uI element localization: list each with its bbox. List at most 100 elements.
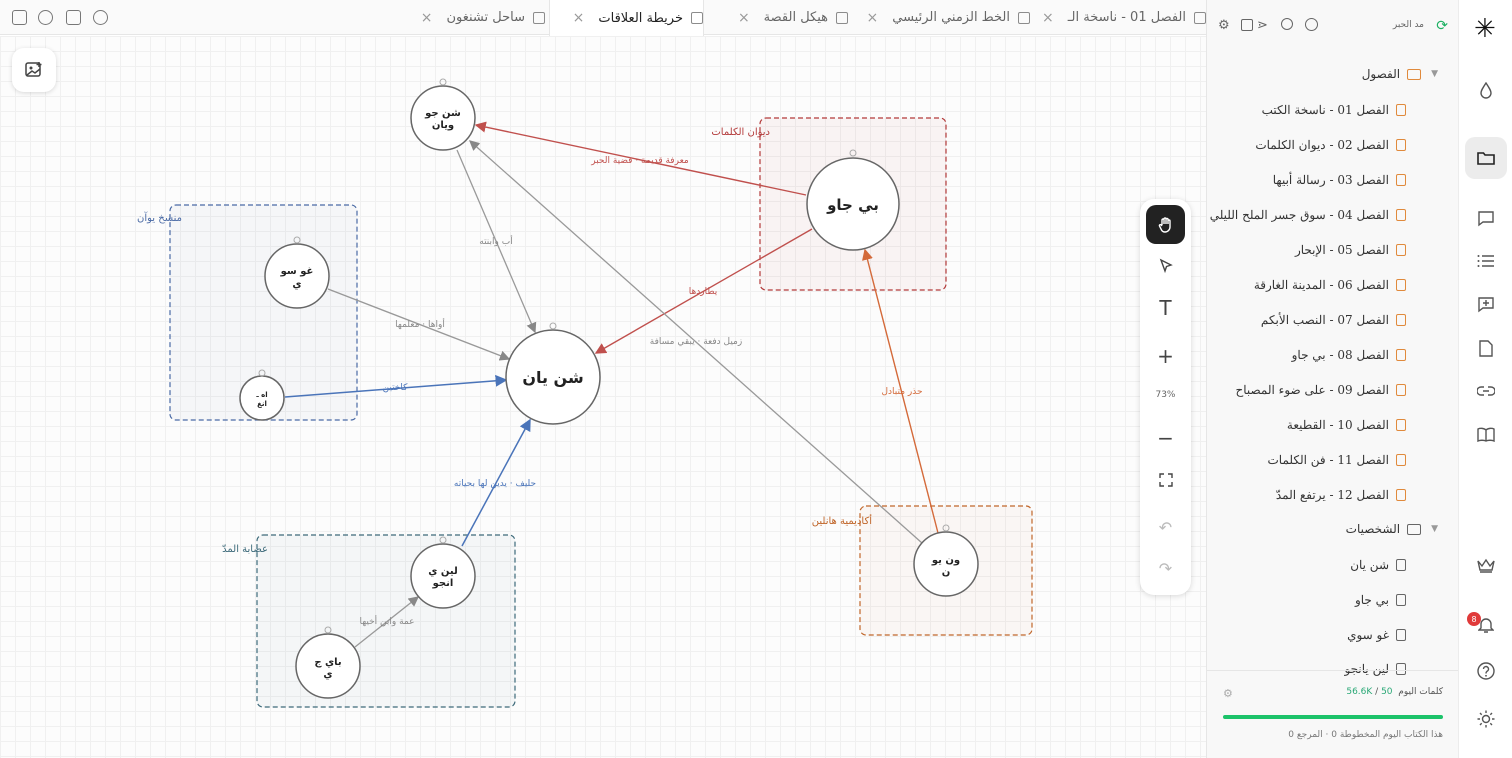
zoom-out-icon: − bbox=[1157, 425, 1174, 450]
sidebar-character-item[interactable]: شن يان bbox=[1350, 558, 1406, 572]
list-icon[interactable] bbox=[1476, 251, 1496, 271]
svg-text:ي: ي bbox=[292, 279, 301, 290]
folder-icon[interactable] bbox=[1465, 137, 1507, 179]
text-icon: T bbox=[1159, 295, 1172, 320]
document-icon bbox=[1396, 209, 1406, 221]
icon-rail: 8 bbox=[1458, 0, 1512, 758]
sync-icon[interactable]: ⟳ bbox=[1436, 18, 1448, 34]
edge-label: أب وابنته bbox=[479, 235, 512, 247]
book-icon[interactable] bbox=[1476, 424, 1496, 444]
pointer-icon bbox=[1159, 258, 1173, 273]
project-name: مد الحبر bbox=[1392, 20, 1424, 30]
link-icon bbox=[439, 78, 447, 86]
svg-text:بي جاو: بي جاو bbox=[826, 196, 879, 214]
select-tool-button[interactable] bbox=[1146, 246, 1185, 285]
zoom-level: 73% bbox=[1155, 390, 1176, 400]
svg-text:ون يو: ون يو bbox=[931, 555, 960, 566]
sidebar-character-item[interactable]: غو سوي bbox=[1347, 628, 1406, 642]
today-summary: هذا الكتاب اليوم المخطوطة 0 · المرجع 0 bbox=[1288, 730, 1443, 740]
link-icon bbox=[549, 322, 557, 330]
writing-stats: كلمات اليوم 50 / 56.6K ⚙ هذا الكتاب اليو… bbox=[1207, 670, 1459, 758]
app-logo-icon: ✳ bbox=[1474, 14, 1496, 44]
group-label: ديوان الكلمات bbox=[711, 127, 770, 138]
graph-node[interactable]: شن يان bbox=[505, 322, 601, 425]
svg-text:باي ج: باي ج bbox=[314, 657, 341, 668]
sidebar-chapter-item[interactable]: الفصل 12 - يرتفع المدّ bbox=[1276, 488, 1406, 502]
svg-text:ن: ن bbox=[942, 567, 951, 578]
svg-text:شن جو: شن جو bbox=[424, 108, 461, 119]
document-icon bbox=[1396, 244, 1406, 256]
edge-label: أواها · معلمها bbox=[395, 318, 445, 330]
group-label: منسخ يوآن bbox=[137, 211, 182, 224]
sidebar-chapter-item[interactable]: الفصل 10 - القطيعة bbox=[1287, 418, 1406, 432]
svg-text:شن يان: شن يان bbox=[522, 368, 583, 387]
add-note-icon[interactable] bbox=[1476, 294, 1496, 314]
hand-tool-button[interactable] bbox=[1146, 205, 1185, 244]
sidebar-header: ⟳ مد الحبر ⋖ ⚙ bbox=[1207, 0, 1458, 52]
sidebar-chapter-item[interactable]: الفصل 08 - بي جاو bbox=[1292, 348, 1406, 362]
document-icon bbox=[1396, 629, 1406, 641]
sidebar-chapter-item[interactable]: الفصل 09 - على ضوء المصباح bbox=[1236, 383, 1406, 397]
chat-icon[interactable] bbox=[1476, 208, 1496, 228]
group-label: أكاديمية هانلين bbox=[812, 514, 872, 527]
sidebar-chapter-item[interactable]: الفصل 02 - ديوان الكلمات bbox=[1255, 138, 1406, 152]
svg-text:انغ: انغ bbox=[257, 400, 267, 408]
history-icon[interactable] bbox=[1305, 18, 1318, 31]
svg-text:ويان: ويان bbox=[432, 120, 454, 131]
document-icon bbox=[1396, 594, 1406, 606]
layout-icon[interactable] bbox=[1241, 19, 1253, 31]
folder-characters[interactable]: ▼ الشخصيات bbox=[1346, 522, 1438, 536]
link-icon[interactable] bbox=[1476, 381, 1496, 401]
crown-icon[interactable] bbox=[1476, 555, 1496, 575]
sidebar-chapter-item[interactable]: الفصل 06 - المدينة الغارقة bbox=[1254, 278, 1406, 292]
sidebar-chapter-item[interactable]: الفصل 05 - الإبحار bbox=[1295, 243, 1406, 257]
fit-screen-button[interactable] bbox=[1146, 460, 1185, 499]
settings-icon[interactable]: ⚙ bbox=[1218, 18, 1230, 33]
group-label: عصابة المدّ bbox=[222, 544, 268, 555]
sidebar-chapter-item[interactable]: الفصل 01 - ناسخة الكتب bbox=[1262, 103, 1406, 117]
folder-chapters[interactable]: ▼ الفصول bbox=[1362, 67, 1438, 81]
fit-screen-icon bbox=[1158, 472, 1173, 487]
chevron-down-icon: ▼ bbox=[1431, 524, 1438, 534]
graph-node[interactable]: شن جو ويان bbox=[410, 78, 476, 151]
document-icon bbox=[1396, 419, 1406, 431]
edge-label: حذر متبادل bbox=[881, 387, 922, 397]
folder-icon bbox=[1407, 523, 1422, 535]
search-icon[interactable] bbox=[1281, 18, 1293, 30]
text-tool-button[interactable]: T bbox=[1146, 288, 1185, 327]
edge-label: زميل دفعة · يبقي مسافة bbox=[650, 337, 742, 347]
help-icon[interactable] bbox=[1476, 661, 1496, 681]
redo-icon: ↷ bbox=[1158, 559, 1173, 578]
sidebar-character-item[interactable]: بي جاو bbox=[1355, 593, 1406, 607]
svg-text:لين ي: لين ي bbox=[428, 566, 457, 577]
document-icon bbox=[1396, 454, 1406, 466]
canvas-toolbar: T + 73% − ↶ ↷ bbox=[1140, 199, 1191, 595]
svg-text:اه ـ: اه ـ bbox=[255, 391, 267, 399]
drop-icon[interactable] bbox=[1476, 81, 1496, 101]
edge-label: معرفة قديمة · قضية الحبر bbox=[590, 156, 689, 166]
daily-word-count: كلمات اليوم 50 / 56.6K bbox=[1346, 687, 1443, 697]
relationship-graph: ديوان الكلمات منسخ يوآن عصابة المدّ أكاد… bbox=[137, 78, 1033, 708]
sidebar-chapter-item[interactable]: الفصل 07 - النصب الأبكم bbox=[1261, 313, 1406, 327]
undo-icon: ↶ bbox=[1158, 518, 1173, 537]
sidebar-chapter-item[interactable]: الفصل 11 - فن الكلمات bbox=[1267, 453, 1406, 467]
document-icon bbox=[1396, 559, 1406, 571]
project-sidebar: ⟳ مد الحبر ⋖ ⚙ ▼ الفصول الفصل 01 - ناسخة… bbox=[1206, 0, 1459, 758]
sun-icon[interactable] bbox=[1476, 709, 1496, 729]
svg-text:ي: ي bbox=[323, 669, 332, 680]
share-icon[interactable]: ⋖ bbox=[1257, 18, 1268, 33]
sidebar-chapter-item[interactable]: الفصل 04 - سوق جسر الملح الليلي bbox=[1210, 208, 1406, 222]
redo-button[interactable]: ↷ bbox=[1146, 549, 1185, 588]
hand-icon bbox=[1158, 216, 1171, 233]
settings-icon[interactable]: ⚙ bbox=[1223, 687, 1233, 700]
sidebar-chapter-item[interactable]: الفصل 03 - رسالة أبيها bbox=[1273, 173, 1406, 187]
zoom-in-icon: + bbox=[1157, 343, 1174, 368]
zoom-in-button[interactable]: + bbox=[1146, 336, 1185, 375]
notification-badge: 8 bbox=[1467, 612, 1481, 626]
page-icon[interactable] bbox=[1476, 338, 1496, 358]
zoom-out-button[interactable]: − bbox=[1146, 418, 1185, 457]
svg-text:غو سو: غو سو bbox=[280, 266, 314, 277]
undo-button[interactable]: ↶ bbox=[1146, 508, 1185, 547]
document-icon bbox=[1396, 174, 1406, 186]
document-icon bbox=[1396, 279, 1406, 291]
